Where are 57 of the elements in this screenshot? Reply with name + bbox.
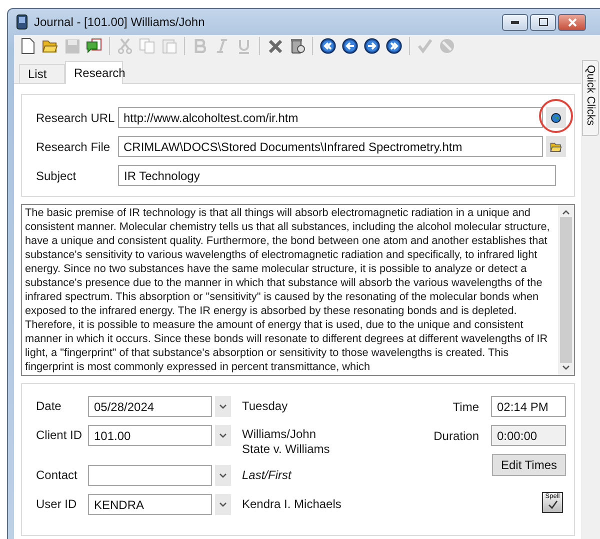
text-field[interactable]: http://www.alcoholtest.com/ir.htm — [118, 107, 543, 128]
open-folder-icon — [550, 140, 562, 152]
combo-field[interactable]: KENDRA — [88, 494, 212, 515]
edit-times-button[interactable]: Edit Times — [492, 454, 566, 476]
previous-record-icon[interactable] — [340, 36, 360, 56]
minimize-button[interactable] — [502, 14, 528, 30]
time-field[interactable]: 0:00:00 — [491, 425, 566, 446]
last-record-icon[interactable] — [384, 36, 404, 56]
text-field[interactable]: IR Technology — [118, 165, 556, 186]
maximize-button[interactable] — [530, 14, 556, 30]
open-folder-button[interactable] — [546, 136, 566, 157]
app-icon — [16, 14, 28, 30]
field-label: Client ID — [36, 427, 84, 444]
dropdown-button[interactable] — [215, 425, 231, 446]
combo-field[interactable]: 101.00 — [88, 425, 212, 446]
notes-text: The basic premise of IR technology is that all things will absorb electromagnetic radiation in a unique and consistent manner. Molecular chemistry tells us that all substances, including the alcohol molecular structure, have a unique and consistent quality. Furthermore, the bond between one atom and another establishes that substance's sensitivity to various wavelengths of electromagnetic radiation and specifically, to infrared light energy. Since no two substances have the same molecular structure, it is possible to analyze or detect a substance's presence due to the manner in which that substance will absorb the various wavelengths of the infrared spectrum. This absorption or "sensitivity" is caused by the resonating of the molecular bonds when exposed to the infrared energy. The IR energy is absorbed by these resonating bonds and is depleted. Therefore, it is possible to measure the amount of energy that is used, due to the unique and consistent manner in which it occurs. Since these bonds will resonate to different degrees at different wavelengths of IR light, a "fingerprint" of that substance's absorption or sensitivity to those wavelengths is created. This fingerprint is most commonly expressed in percent transmittance, which — [24, 206, 551, 375]
hint-text: Last/First — [242, 468, 292, 483]
chevron-down-icon — [219, 404, 227, 409]
combo-field[interactable]: 05/28/2024 — [88, 396, 212, 417]
dropdown-button[interactable] — [215, 396, 231, 417]
field-label: Research URL — [36, 110, 116, 124]
chevron-down-icon — [219, 433, 227, 438]
tab[interactable]: List — [19, 64, 65, 83]
checkmark-icon — [548, 500, 558, 509]
combo-field[interactable] — [88, 465, 212, 486]
dropdown-button[interactable] — [215, 494, 231, 515]
close-button[interactable] — [558, 14, 586, 30]
field-label: User ID — [36, 496, 78, 513]
field-label: Duration — [434, 428, 479, 442]
chevron-down-icon — [219, 473, 227, 478]
field-label: Date — [36, 398, 62, 415]
field-label: Time — [452, 400, 479, 414]
tab[interactable]: Research — [65, 61, 123, 84]
info-text: Kendra I. Michaels — [242, 497, 342, 512]
note-icon[interactable] — [84, 36, 104, 56]
chevron-down-icon — [219, 502, 227, 507]
info-text: State v. Williams — [242, 442, 330, 457]
maximize-icon — [538, 18, 548, 26]
field-label: Subject — [36, 168, 78, 182]
field-label: Contact — [36, 467, 78, 484]
globe-button[interactable] — [546, 107, 566, 128]
globe-icon — [551, 112, 561, 122]
window-title: Journal - [101.00] Williams/John — [34, 15, 205, 29]
scroll-down-icon — [562, 365, 570, 370]
scrollbar[interactable] — [558, 205, 574, 375]
dropdown-button[interactable] — [215, 465, 231, 486]
next-record-icon[interactable] — [362, 36, 382, 56]
scroll-up-icon — [562, 210, 570, 215]
close-icon — [568, 18, 576, 26]
side-tab[interactable]: Quick Clicks — [582, 60, 599, 136]
first-record-icon[interactable] — [318, 36, 338, 56]
info-text: Tuesday — [242, 399, 288, 414]
text-field[interactable]: CRIMLAW\DOCS\Stored Documents\Infrared Spectrometry.htm — [118, 136, 543, 157]
minimize-icon — [511, 20, 519, 24]
field-label: Research File — [36, 140, 112, 154]
info-text: Williams/John — [242, 427, 318, 442]
time-field[interactable]: 02:14 PM — [491, 396, 566, 417]
